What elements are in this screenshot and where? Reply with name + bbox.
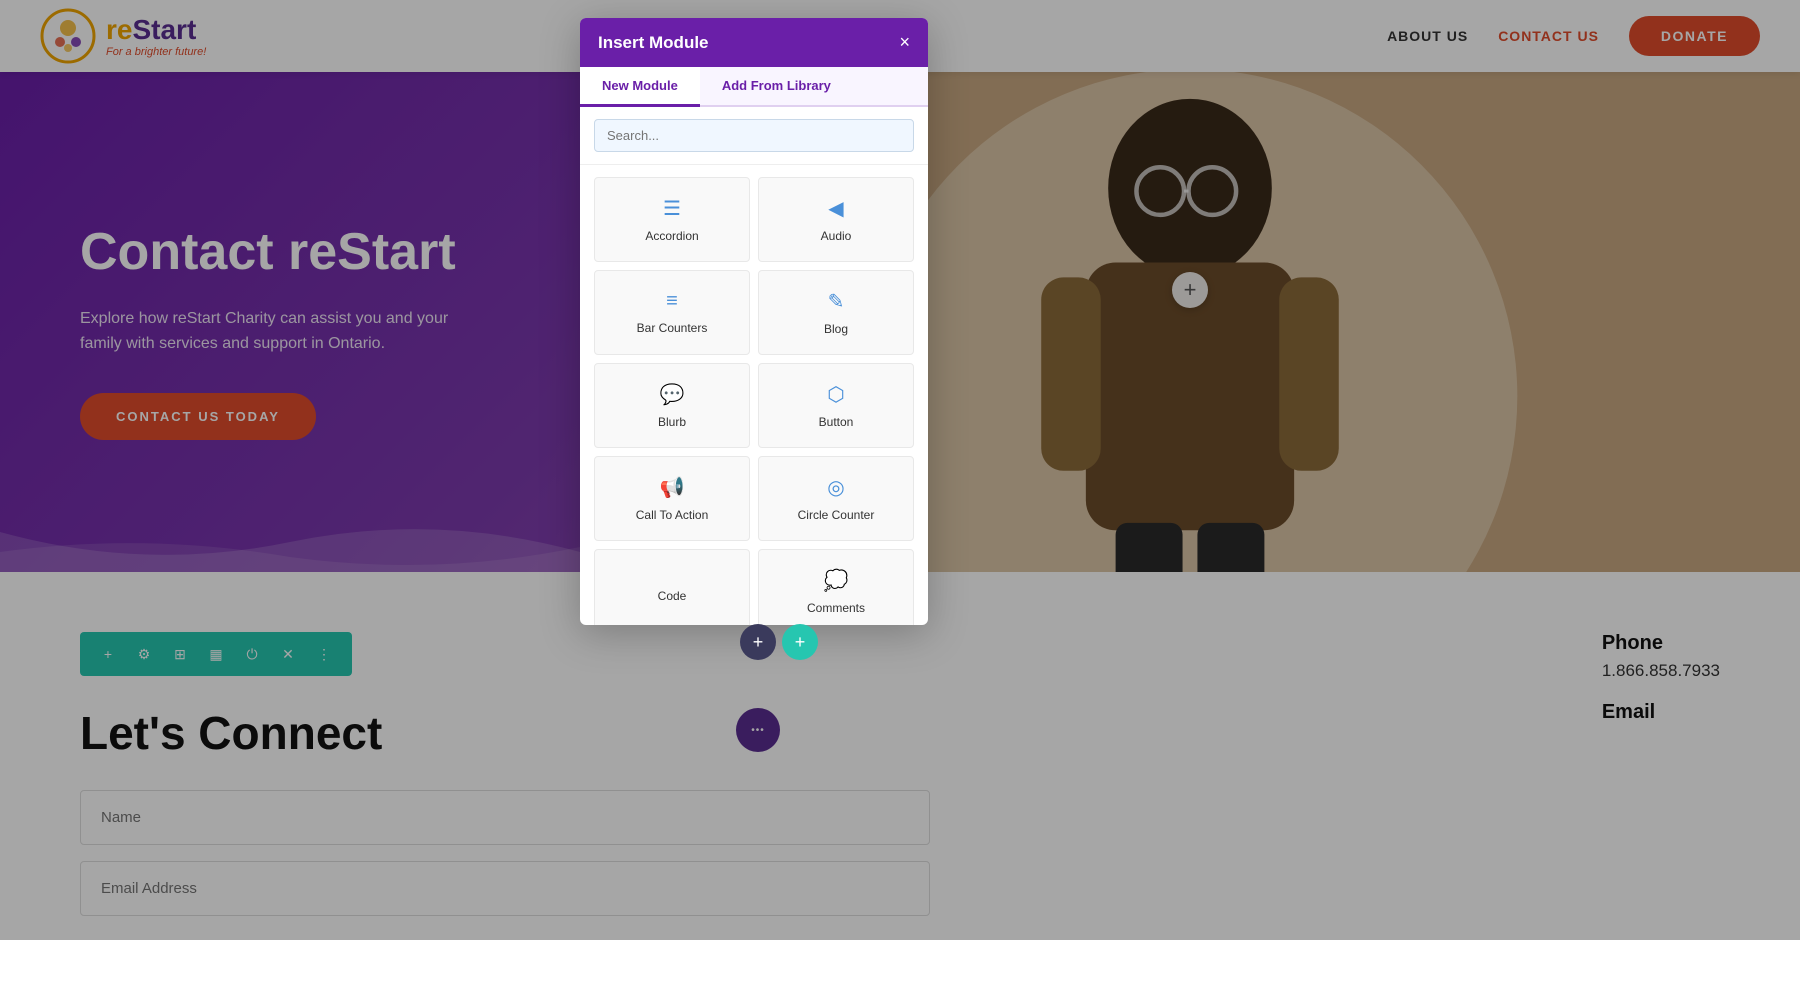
module-icon-3: ✎	[828, 289, 845, 314]
module-icon-9: 💭	[824, 568, 849, 593]
module-grid: ☰ Accordion ◀ Audio ≡ Bar Counters ✎ Blo…	[580, 165, 928, 625]
module-label-7: Circle Counter	[798, 508, 875, 522]
module-label-0: Accordion	[645, 229, 698, 243]
float-buttons: + +	[740, 624, 818, 660]
tab-new-module[interactable]: New Module	[580, 67, 700, 107]
module-label-8: Code	[658, 589, 687, 603]
module-icon-2: ≡	[666, 290, 678, 313]
module-label-5: Button	[819, 415, 854, 429]
module-icon-4: 💬	[660, 382, 685, 407]
module-item-call-to-action[interactable]: 📢 Call To Action	[594, 456, 750, 541]
module-item-button[interactable]: ⬡ Button	[758, 363, 914, 448]
float-add-btn-1[interactable]: +	[740, 624, 776, 660]
modal-close-button[interactable]: ×	[899, 32, 910, 53]
insert-module-modal: Insert Module × New Module Add From Libr…	[580, 18, 928, 625]
modal-header: Insert Module ×	[580, 18, 928, 67]
module-item-blurb[interactable]: 💬 Blurb	[594, 363, 750, 448]
float-add-btn-2[interactable]: +	[782, 624, 818, 660]
modal-title: Insert Module	[598, 33, 709, 53]
module-label-4: Blurb	[658, 415, 686, 429]
tab-add-from-library[interactable]: Add From Library	[700, 67, 853, 107]
module-label-1: Audio	[821, 229, 852, 243]
module-item-blog[interactable]: ✎ Blog	[758, 270, 914, 355]
module-item-accordion[interactable]: ☰ Accordion	[594, 177, 750, 262]
module-icon-5: ⬡	[827, 382, 844, 407]
module-icon-7: ◎	[827, 475, 844, 500]
module-search-input[interactable]	[594, 119, 914, 152]
module-icon-1: ◀	[828, 196, 843, 221]
module-item-audio[interactable]: ◀ Audio	[758, 177, 914, 262]
modal-tabs: New Module Add From Library	[580, 67, 928, 107]
modal-search-area	[580, 107, 928, 165]
module-label-9: Comments	[807, 601, 865, 615]
module-item-circle-counter[interactable]: ◎ Circle Counter	[758, 456, 914, 541]
module-icon-0: ☰	[663, 196, 681, 221]
module-label-6: Call To Action	[636, 508, 709, 522]
module-icon-6: 📢	[660, 475, 685, 500]
module-label-3: Blog	[824, 322, 848, 336]
module-item-comments[interactable]: 💭 Comments	[758, 549, 914, 625]
module-item-code[interactable]: Code	[594, 549, 750, 625]
module-label-2: Bar Counters	[637, 321, 708, 335]
module-item-bar-counters[interactable]: ≡ Bar Counters	[594, 270, 750, 355]
